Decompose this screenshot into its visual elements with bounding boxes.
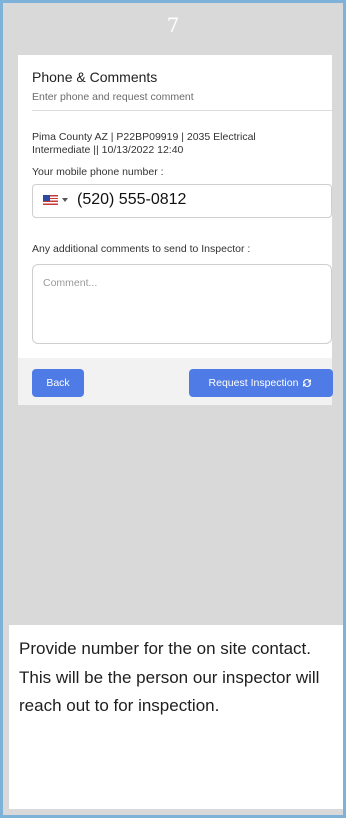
comment-textarea[interactable]: Comment... [32,264,332,344]
step-number: 7 [166,13,180,37]
app-frame: 7 Phone & Comments Enter phone and reque… [0,0,346,818]
chevron-down-icon[interactable] [62,198,68,202]
instruction-text: Provide number for the on site contact. … [19,639,320,715]
phone-input[interactable]: (520) 555-0812 [32,184,332,218]
back-button[interactable]: Back [32,369,84,397]
phone-comments-card: Phone & Comments Enter phone and request… [18,55,333,405]
us-flag-icon[interactable] [43,195,58,205]
permit-info-line2: Intermediate || 10/13/2022 12:40 [32,144,184,156]
refresh-icon [303,379,312,387]
comments-label: Any additional comments to send to Inspe… [32,243,251,255]
action-bar: Back Request Inspection [18,358,333,405]
request-inspection-label: Request Inspection [208,377,299,389]
phone-label: Your mobile phone number : [32,166,164,178]
permit-info-line1: Pima County AZ | P22BP09919 | 2035 Elect… [32,131,256,143]
permit-info: Pima County AZ | P22BP09919 | 2035 Elect… [32,131,328,157]
comment-placeholder: Comment... [43,277,98,289]
phone-value[interactable]: (520) 555-0812 [77,191,186,209]
back-button-label: Back [46,377,70,389]
instruction-note: Provide number for the on site contact. … [9,625,343,809]
form-subtitle: Enter phone and request comment [32,91,194,103]
form-title: Phone & Comments [32,69,158,85]
divider [32,110,332,111]
request-inspection-button[interactable]: Request Inspection [189,369,333,397]
